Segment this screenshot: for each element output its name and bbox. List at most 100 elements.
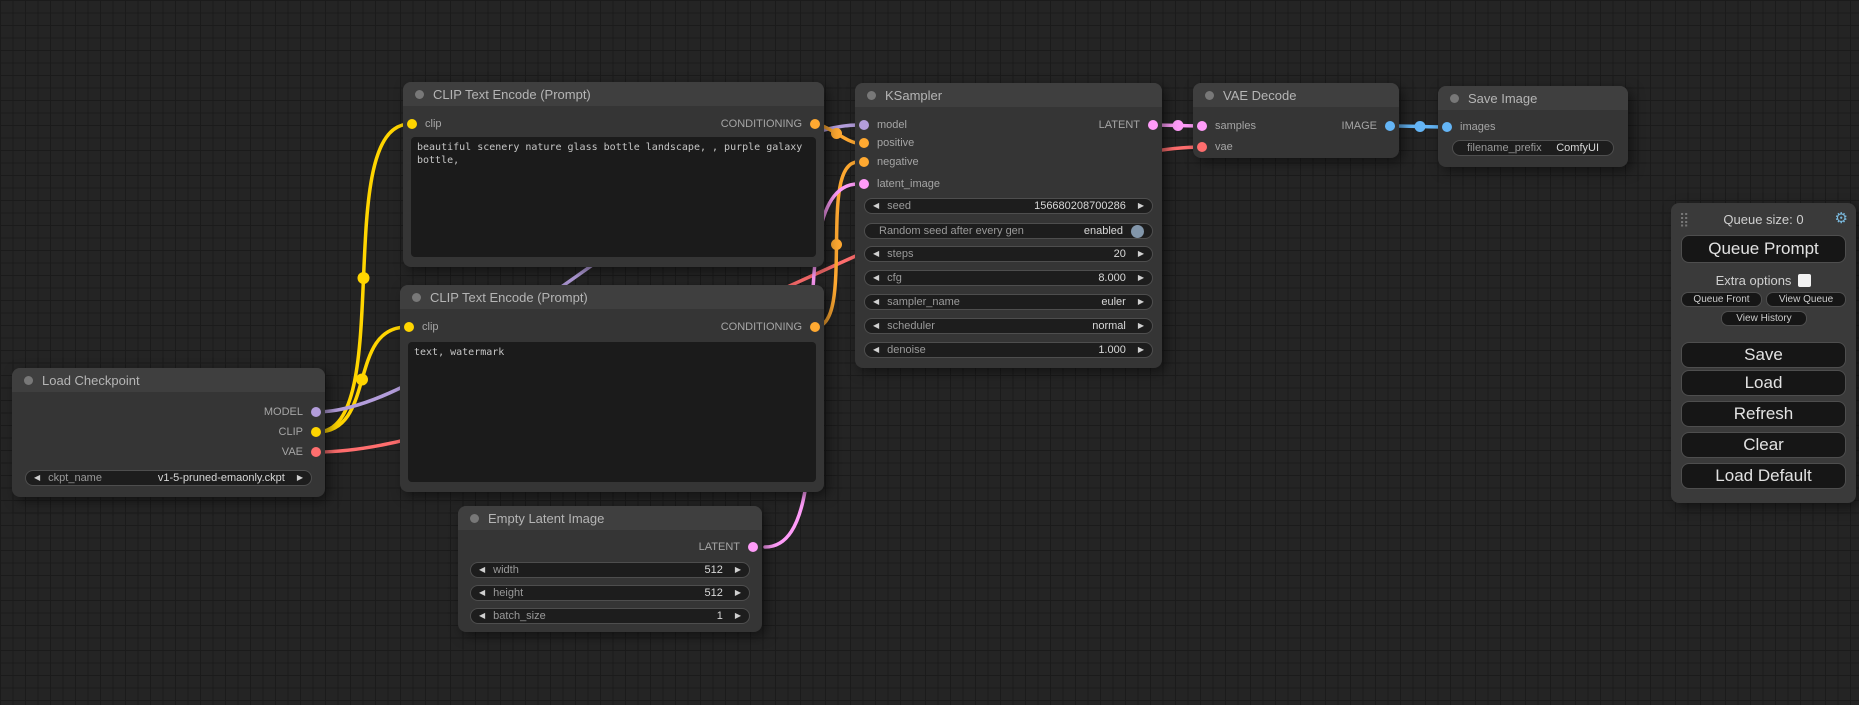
arrow-left-icon[interactable]: ◀: [479, 566, 485, 574]
node-title-bar[interactable]: KSampler: [855, 83, 1162, 107]
arrow-left-icon[interactable]: ◀: [479, 612, 485, 620]
arrow-right-icon[interactable]: ▶: [1138, 298, 1144, 306]
arrow-right-icon[interactable]: ▶: [1138, 250, 1144, 258]
width-widget[interactable]: ◀ width 512 ▶: [470, 562, 750, 578]
toggle-value[interactable]: enabled: [1084, 225, 1123, 237]
input-images[interactable]: images: [1442, 119, 1495, 135]
arrow-left-icon[interactable]: ◀: [479, 589, 485, 597]
positive-prompt-textarea[interactable]: beautiful scenery nature glass bottle la…: [411, 137, 816, 257]
arrow-left-icon[interactable]: ◀: [873, 274, 879, 282]
height-widget[interactable]: ◀ height 512 ▶: [470, 585, 750, 601]
node-title-bar[interactable]: VAE Decode: [1193, 83, 1399, 107]
model-port-dot[interactable]: [311, 407, 321, 417]
conditioning-port-dot[interactable]: [859, 138, 869, 148]
view-history-button[interactable]: View History: [1721, 311, 1807, 326]
widget-value[interactable]: 156680208700286: [1034, 200, 1126, 212]
node-empty-latent-image[interactable]: Empty Latent Image LATENT ◀ width 512 ▶ …: [458, 506, 762, 632]
ckpt-name-widget[interactable]: ◀ ckpt_name v1-5-pruned-emaonly.ckpt ▶: [25, 470, 312, 486]
output-latent[interactable]: LATENT: [699, 539, 758, 555]
scheduler-widget[interactable]: ◀ scheduler normal ▶: [864, 318, 1153, 334]
save-button[interactable]: Save: [1681, 342, 1846, 368]
image-port-dot[interactable]: [1385, 121, 1395, 131]
input-samples[interactable]: samples: [1197, 118, 1256, 134]
conditioning-port-dot[interactable]: [810, 322, 820, 332]
arrow-right-icon[interactable]: ▶: [1138, 274, 1144, 282]
load-button[interactable]: Load: [1681, 370, 1846, 396]
arrow-right-icon[interactable]: ▶: [735, 566, 741, 574]
node-load-checkpoint[interactable]: Load Checkpoint MODEL CLIP VAE ◀ ckpt_na…: [12, 368, 325, 497]
clear-button[interactable]: Clear: [1681, 432, 1846, 458]
arrow-left-icon[interactable]: ◀: [873, 322, 879, 330]
arrow-right-icon[interactable]: ▶: [1138, 346, 1144, 354]
output-conditioning[interactable]: CONDITIONING: [721, 116, 820, 132]
node-collapse-dot[interactable]: [1205, 91, 1214, 100]
arrow-right-icon[interactable]: ▶: [735, 612, 741, 620]
arrow-right-icon[interactable]: ▶: [1138, 202, 1144, 210]
node-title-bar[interactable]: CLIP Text Encode (Prompt): [400, 285, 824, 309]
node-clip-text-encode-negative[interactable]: CLIP Text Encode (Prompt) clip CONDITION…: [400, 285, 824, 492]
vae-port-dot[interactable]: [1197, 142, 1207, 152]
load-default-button[interactable]: Load Default: [1681, 463, 1846, 489]
image-port-dot[interactable]: [1442, 122, 1452, 132]
widget-value[interactable]: 8.000: [1098, 272, 1126, 284]
widget-value[interactable]: 1: [717, 610, 723, 622]
queue-front-button[interactable]: Queue Front: [1681, 292, 1762, 307]
queue-prompt-button[interactable]: Queue Prompt: [1681, 235, 1846, 263]
random-seed-toggle[interactable]: Random seed after every gen enabled: [864, 223, 1153, 239]
node-vae-decode[interactable]: VAE Decode samples vae IMAGE: [1193, 83, 1399, 158]
clip-port-dot[interactable]: [311, 427, 321, 437]
widget-value[interactable]: 1.000: [1098, 344, 1126, 356]
widget-value[interactable]: v1-5-pruned-emaonly.ckpt: [158, 472, 285, 484]
model-port-dot[interactable]: [859, 120, 869, 130]
toggle-dot[interactable]: [1131, 225, 1144, 238]
steps-widget[interactable]: ◀ steps 20 ▶: [864, 246, 1153, 262]
output-conditioning[interactable]: CONDITIONING: [721, 319, 820, 335]
arrow-left-icon[interactable]: ◀: [34, 474, 40, 482]
latent-port-dot[interactable]: [1148, 120, 1158, 130]
node-title-bar[interactable]: CLIP Text Encode (Prompt): [403, 82, 824, 106]
arrow-right-icon[interactable]: ▶: [735, 589, 741, 597]
node-collapse-dot[interactable]: [867, 91, 876, 100]
output-image[interactable]: IMAGE: [1342, 118, 1395, 134]
sampler-name-widget[interactable]: ◀ sampler_name euler ▶: [864, 294, 1153, 310]
view-queue-button[interactable]: View Queue: [1766, 292, 1846, 307]
arrow-left-icon[interactable]: ◀: [873, 346, 879, 354]
cfg-widget[interactable]: ◀ cfg 8.000 ▶: [864, 270, 1153, 286]
output-latent[interactable]: LATENT: [1099, 117, 1158, 133]
extra-options-checkbox[interactable]: [1798, 274, 1811, 287]
node-clip-text-encode-positive[interactable]: CLIP Text Encode (Prompt) clip CONDITION…: [403, 82, 824, 267]
node-collapse-dot[interactable]: [24, 376, 33, 385]
batch-size-widget[interactable]: ◀ batch_size 1 ▶: [470, 608, 750, 624]
widget-value[interactable]: normal: [1092, 320, 1126, 332]
arrow-left-icon[interactable]: ◀: [873, 250, 879, 258]
refresh-button[interactable]: Refresh: [1681, 401, 1846, 427]
output-vae[interactable]: VAE: [282, 444, 321, 460]
widget-value[interactable]: 20: [1114, 248, 1126, 260]
input-latent-image[interactable]: latent_image: [859, 176, 940, 192]
input-clip[interactable]: clip: [404, 319, 439, 335]
input-positive[interactable]: positive: [859, 135, 914, 151]
arrow-left-icon[interactable]: ◀: [873, 202, 879, 210]
node-title-bar[interactable]: Save Image: [1438, 86, 1628, 110]
input-clip[interactable]: clip: [407, 116, 442, 132]
widget-value[interactable]: 512: [704, 587, 722, 599]
node-ksampler[interactable]: KSampler model positive negative latent_…: [855, 83, 1162, 368]
node-graph-canvas[interactable]: Load Checkpoint MODEL CLIP VAE ◀ ckpt_na…: [0, 0, 1859, 705]
seed-widget[interactable]: ◀ seed 156680208700286 ▶: [864, 198, 1153, 214]
arrow-right-icon[interactable]: ▶: [1138, 322, 1144, 330]
conditioning-port-dot[interactable]: [810, 119, 820, 129]
node-collapse-dot[interactable]: [415, 90, 424, 99]
output-clip[interactable]: CLIP: [279, 424, 321, 440]
input-vae[interactable]: vae: [1197, 139, 1233, 155]
widget-value[interactable]: 512: [704, 564, 722, 576]
arrow-left-icon[interactable]: ◀: [873, 298, 879, 306]
clip-port-dot[interactable]: [407, 119, 417, 129]
node-collapse-dot[interactable]: [412, 293, 421, 302]
arrow-right-icon[interactable]: ▶: [297, 474, 303, 482]
node-save-image[interactable]: Save Image images filename_prefix ComfyU…: [1438, 86, 1628, 167]
clip-port-dot[interactable]: [404, 322, 414, 332]
node-collapse-dot[interactable]: [1450, 94, 1459, 103]
vae-port-dot[interactable]: [311, 447, 321, 457]
filename-prefix-widget[interactable]: filename_prefix ComfyUI: [1452, 140, 1614, 156]
latent-port-dot[interactable]: [1197, 121, 1207, 131]
